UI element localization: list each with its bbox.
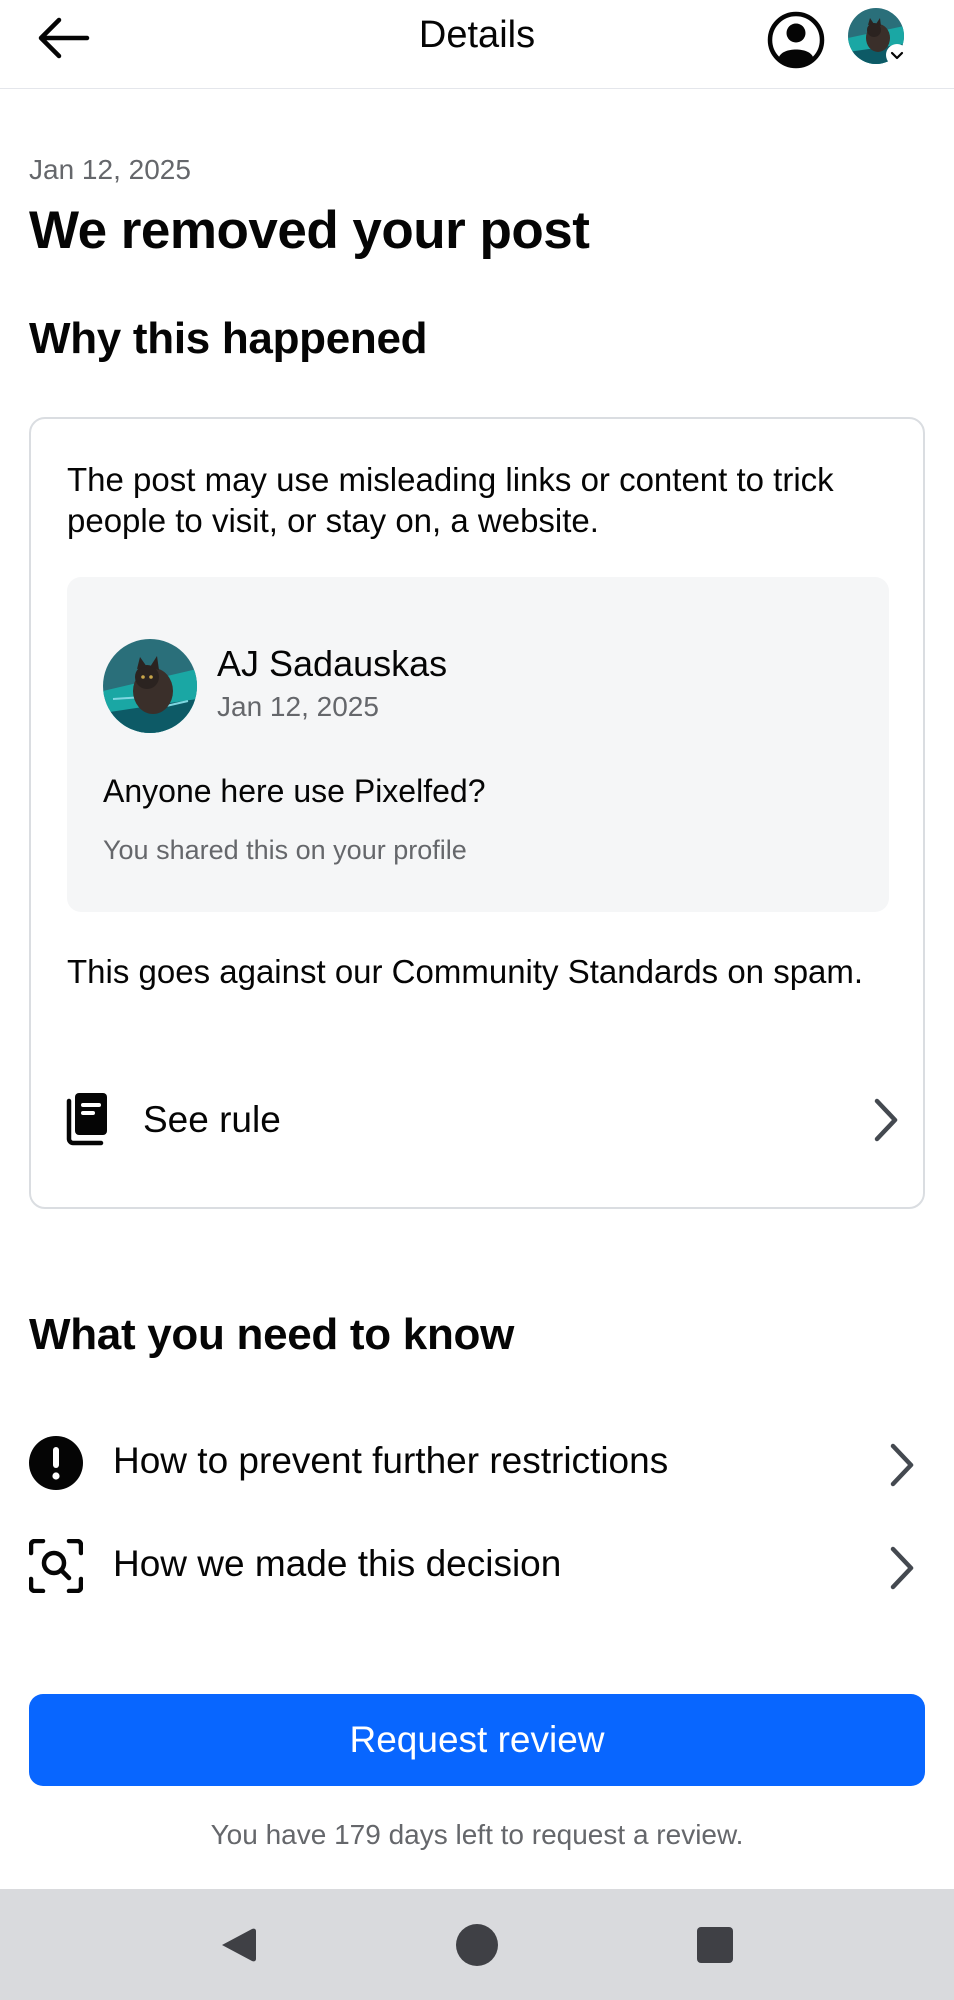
how-decision-label: How we made this decision xyxy=(113,1543,562,1584)
post-share-note: You shared this on your profile xyxy=(103,835,467,865)
nav-back-button[interactable] xyxy=(208,1915,268,1975)
post-preview: AJ Sadauskas Jan 12, 2025 Anyone here us… xyxy=(67,577,889,912)
how-decision-row[interactable]: How we made this decision xyxy=(29,1523,925,1609)
standards-text: This goes against our Community Standard… xyxy=(67,953,864,990)
exclamation-circle-icon xyxy=(29,1436,83,1490)
chevron-right-icon xyxy=(890,1443,914,1487)
see-rule-button[interactable]: See rule xyxy=(61,1079,901,1159)
profile-button[interactable] xyxy=(764,8,828,72)
post-text: Anyone here use Pixelfed? xyxy=(103,773,486,809)
top-app-bar: Details xyxy=(0,0,954,89)
request-review-button[interactable]: Request review xyxy=(29,1694,925,1786)
chevron-down-icon xyxy=(886,44,908,66)
review-days-left: You have 179 days left to request a revi… xyxy=(210,1819,744,1850)
circle-home-icon xyxy=(456,1924,498,1966)
prevent-restrictions-label: How to prevent further restrictions xyxy=(113,1440,669,1481)
rulebook-icon xyxy=(66,1093,107,1146)
account-avatar-button[interactable] xyxy=(848,8,908,68)
profile-circle-icon xyxy=(767,11,825,69)
system-navigation-bar xyxy=(0,1889,954,2000)
know-heading: What you need to know xyxy=(29,1310,515,1359)
see-rule-label: See rule xyxy=(143,1099,281,1140)
notice-date: Jan 12, 2025 xyxy=(29,154,191,185)
chevron-right-icon xyxy=(890,1546,914,1590)
why-heading: Why this happened xyxy=(29,314,428,363)
reason-card: The post may use misleading links or con… xyxy=(29,417,925,1209)
square-recents-icon xyxy=(697,1927,733,1963)
search-scan-icon xyxy=(29,1539,83,1593)
reason-text: The post may use misleading links or con… xyxy=(67,461,834,539)
nav-home-button[interactable] xyxy=(447,1915,507,1975)
nav-recents-button[interactable] xyxy=(685,1915,745,1975)
chevron-right-icon xyxy=(874,1098,898,1142)
post-date: Jan 12, 2025 xyxy=(217,691,379,722)
post-author-avatar xyxy=(103,639,197,733)
post-author-name: AJ Sadauskas xyxy=(217,643,448,684)
prevent-restrictions-row[interactable]: How to prevent further restrictions xyxy=(29,1420,925,1506)
triangle-back-icon xyxy=(222,1928,256,1962)
page-title: We removed your post xyxy=(29,201,590,260)
